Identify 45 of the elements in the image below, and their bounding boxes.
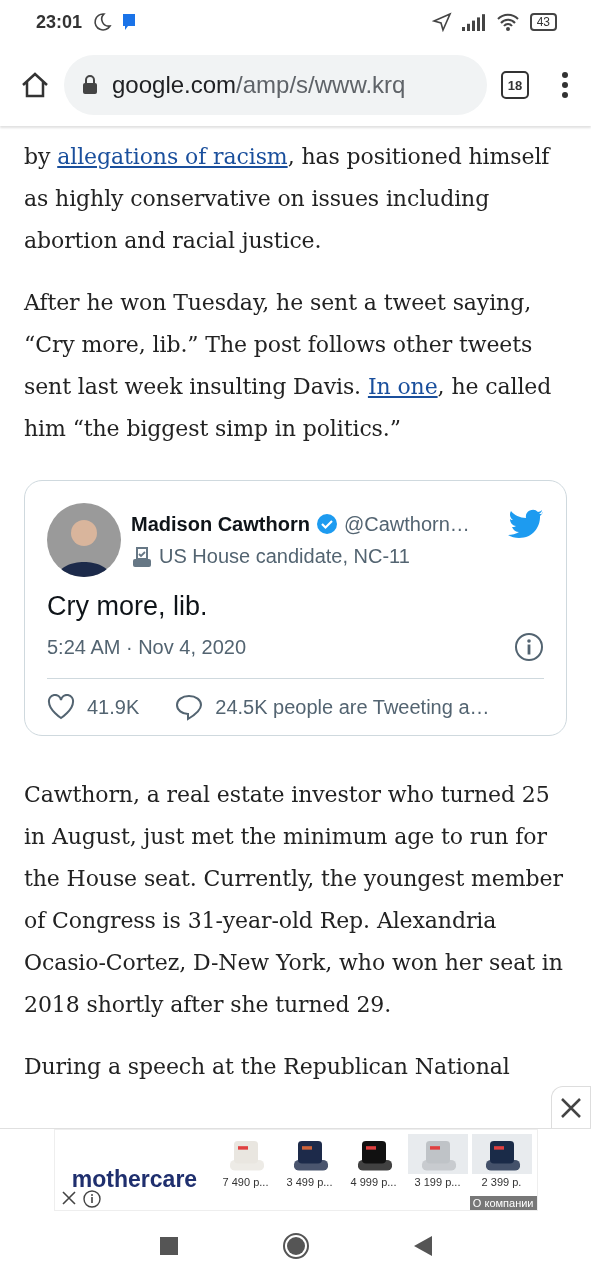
location-icon <box>431 12 452 32</box>
product-price[interactable]: 4 999 р... <box>350 1176 397 1188</box>
article-paragraph: After he won Tuesday, he sent a tweet saying, “Cry more, lib.” The post follows other tweets sent last week insulting Davis. In one, he called him “the biggest simp in politics.” <box>24 289 553 443</box>
wifi-icon <box>495 12 520 32</box>
comment-icon[interactable] <box>175 693 204 721</box>
moon-icon <box>92 12 113 32</box>
info-icon[interactable] <box>514 632 544 662</box>
bird-icon <box>508 509 544 539</box>
close-button[interactable] <box>551 1086 591 1128</box>
brand-logo[interactable]: mothercare <box>71 1165 198 1193</box>
address-field[interactable]: google.com/amp/s/www.krq <box>64 55 487 115</box>
close-icon <box>560 1096 582 1119</box>
ballot-box-icon <box>131 545 153 568</box>
recents-button[interactable] <box>159 1236 178 1255</box>
like-count: 41.9K <box>87 695 140 719</box>
article-paragraph: Cawthorn, a real estate investor who turned 25 in August, just met the minimum age to run for the House seat. Currently, the youngest member of Congress is 31-year-old Rep. Alexandria Ocasio-Cortez, D-New York, who won her seat in 2018 shortly after she turned 29. <box>24 781 564 1019</box>
article-paragraph: During a speech at the Republican National <box>24 1053 511 1081</box>
product-price[interactable]: 3 499 р... <box>286 1176 333 1188</box>
close-icon[interactable] <box>60 1190 77 1206</box>
home-button[interactable] <box>281 1231 310 1260</box>
signal-icon <box>461 13 486 31</box>
battery-level: 43 <box>529 13 557 31</box>
message-icon <box>122 12 137 32</box>
back-button[interactable] <box>413 1235 432 1256</box>
product-price[interactable]: 3 199 р... <box>414 1176 461 1188</box>
article-link[interactable]: In one <box>367 374 438 399</box>
ad-banner[interactable]: mothercare 7 490 р... 3 499 р... 4 999 р... 3 199 р... 2 399 р. О компании <box>0 1128 591 1212</box>
heart-icon[interactable] <box>47 694 75 720</box>
author-label: US House candidate, NC-11 <box>159 545 410 568</box>
url-text: google.com/amp/s/www.krq <box>112 71 406 99</box>
article-link[interactable]: allegations of racism <box>57 144 288 169</box>
product-price[interactable]: 2 399 р. <box>481 1176 522 1188</box>
home-icon[interactable] <box>20 70 50 100</box>
author-handle[interactable]: @Cawthorn… <box>343 512 470 536</box>
info-icon[interactable] <box>82 1190 101 1208</box>
tweet-timestamp[interactable]: 5:24 AM · Nov 4, 2020 <box>47 635 246 659</box>
tweeting-link[interactable]: 24.5K people are Tweeting a… <box>215 695 490 719</box>
tweet-text: Cry more, lib. <box>47 591 209 622</box>
product-price[interactable]: 7 490 р... <box>222 1176 269 1188</box>
lock-icon <box>82 75 98 95</box>
author-name[interactable]: Madison Cawthorn <box>131 512 310 536</box>
about-company-label[interactable]: О компании <box>469 1196 537 1210</box>
clock: 23:01 <box>36 11 83 33</box>
article-paragraph: by allegations of racism, has positioned himself as highly conservative on issues including abortion and racial justice. <box>24 143 552 255</box>
tab-count-button[interactable]: 18 <box>501 71 529 99</box>
